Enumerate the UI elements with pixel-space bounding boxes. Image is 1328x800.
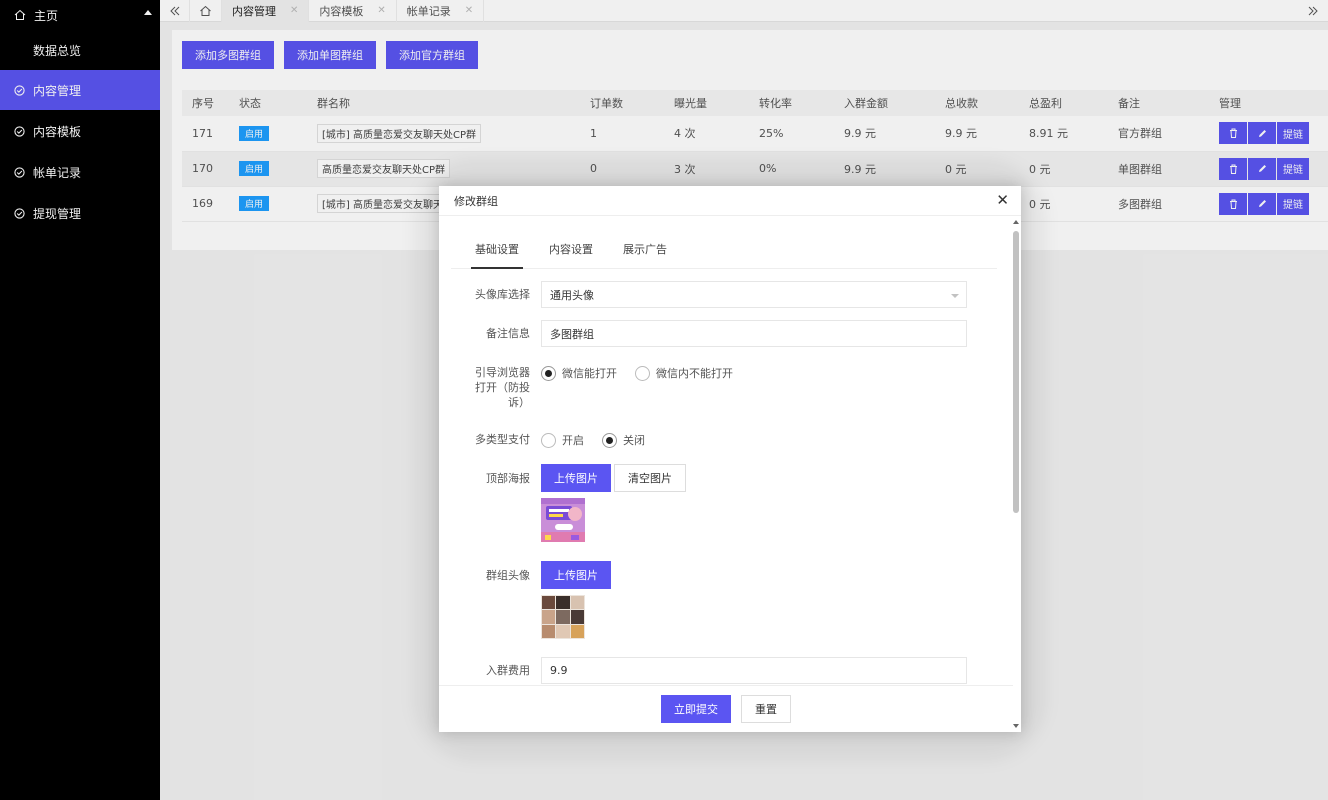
field-label: 头像库选择 (475, 288, 530, 301)
submit-button[interactable]: 立即提交 (661, 695, 731, 723)
radio-payment-on[interactable]: 开启 (541, 432, 584, 448)
form-row-join-fee: 入群费用 9.9 (451, 657, 967, 684)
radio-group-payment: 开启 关闭 (541, 432, 663, 448)
form-row-avatar-library: 头像库选择 通用头像 (451, 281, 967, 308)
form-row-multi-payment: 多类型支付 开启 关闭 (451, 432, 663, 448)
avatar-library-select[interactable]: 通用头像 (541, 281, 967, 308)
group-avatar-image (541, 595, 585, 639)
upload-poster-button[interactable]: 上传图片 (541, 464, 611, 492)
dialog-title: 修改群组 (454, 194, 498, 208)
radio-payment-off[interactable]: 关闭 (602, 432, 645, 448)
field-label: 备注信息 (486, 327, 530, 340)
edit-group-dialog: 修改群组 ✕ 基础设置 内容设置 展示广告 头像库选择 通用头像 备注信息 多图… (439, 186, 1021, 732)
close-icon[interactable]: ✕ (996, 193, 1009, 208)
radio-label: 关闭 (623, 434, 645, 447)
field-label: 群组头像 (486, 569, 530, 582)
dialog-body: 基础设置 内容设置 展示广告 头像库选择 通用头像 备注信息 多图群组 引导浏览… (451, 229, 997, 684)
field-label-line: 引导浏览器 (475, 366, 530, 379)
poster-buttons: 上传图片 清空图片 (541, 464, 686, 492)
field-label: 顶部海报 (486, 472, 530, 485)
dialog-footer: 立即提交 重置 (439, 685, 1013, 732)
radio-checked-icon (602, 432, 617, 448)
select-value: 通用头像 (550, 288, 594, 302)
radio-group-browser: 微信能打开 微信内不能打开 (541, 365, 751, 381)
form-row-note: 备注信息 多图群组 (451, 320, 967, 347)
form-row-browser-guide: 引导浏览器 打开（防投 诉） 微信能打开 微信内不能打开 (451, 365, 751, 410)
radio-unchecked-icon (635, 365, 650, 381)
tab-basic-settings[interactable]: 基础设置 (471, 229, 523, 269)
reset-button[interactable]: 重置 (741, 695, 791, 723)
radio-checked-icon (541, 365, 556, 381)
input-value: 9.9 (550, 664, 568, 677)
radio-label: 微信能打开 (562, 367, 617, 380)
field-label-line: 诉） (508, 396, 530, 409)
dialog-header: 修改群组 ✕ (439, 186, 1021, 216)
field-label: 入群费用 (486, 664, 530, 677)
group-avatar-controls: 上传图片 (541, 561, 611, 642)
radio-wechat-cannot-open[interactable]: 微信内不能打开 (635, 365, 733, 381)
form-row-group-avatar: 群组头像 上传图片 (451, 561, 611, 642)
radio-wechat-can-open[interactable]: 微信能打开 (541, 365, 617, 381)
radio-label: 开启 (562, 434, 584, 447)
field-label: 多类型支付 (475, 433, 530, 446)
chevron-down-icon (951, 294, 959, 298)
avatar-thumbnail (541, 595, 611, 642)
radio-unchecked-icon (541, 432, 556, 448)
tab-display-ads[interactable]: 展示广告 (621, 229, 669, 268)
tab-content-settings[interactable]: 内容设置 (547, 229, 595, 268)
note-input[interactable]: 多图群组 (541, 320, 967, 347)
poster-thumbnail (541, 498, 686, 545)
field-label: 引导浏览器 打开（防投 诉） (451, 365, 541, 410)
form-row-top-poster: 顶部海报 上传图片 清空图片 (451, 464, 686, 545)
scroll-up-icon[interactable] (1013, 219, 1019, 225)
poster-image (541, 498, 585, 542)
input-value: 多图群组 (550, 327, 594, 341)
join-fee-input[interactable]: 9.9 (541, 657, 967, 684)
dialog-scrollbar[interactable] (1013, 219, 1019, 729)
scroll-down-icon[interactable] (1013, 723, 1019, 729)
radio-label: 微信内不能打开 (656, 367, 733, 380)
upload-avatar-button[interactable]: 上传图片 (541, 561, 611, 589)
field-label-line: 打开（防投 (475, 381, 530, 394)
poster-controls: 上传图片 清空图片 (541, 464, 686, 545)
scrollbar-thumb[interactable] (1013, 231, 1019, 513)
form-tabs: 基础设置 内容设置 展示广告 (451, 229, 997, 269)
clear-poster-button[interactable]: 清空图片 (614, 464, 686, 492)
